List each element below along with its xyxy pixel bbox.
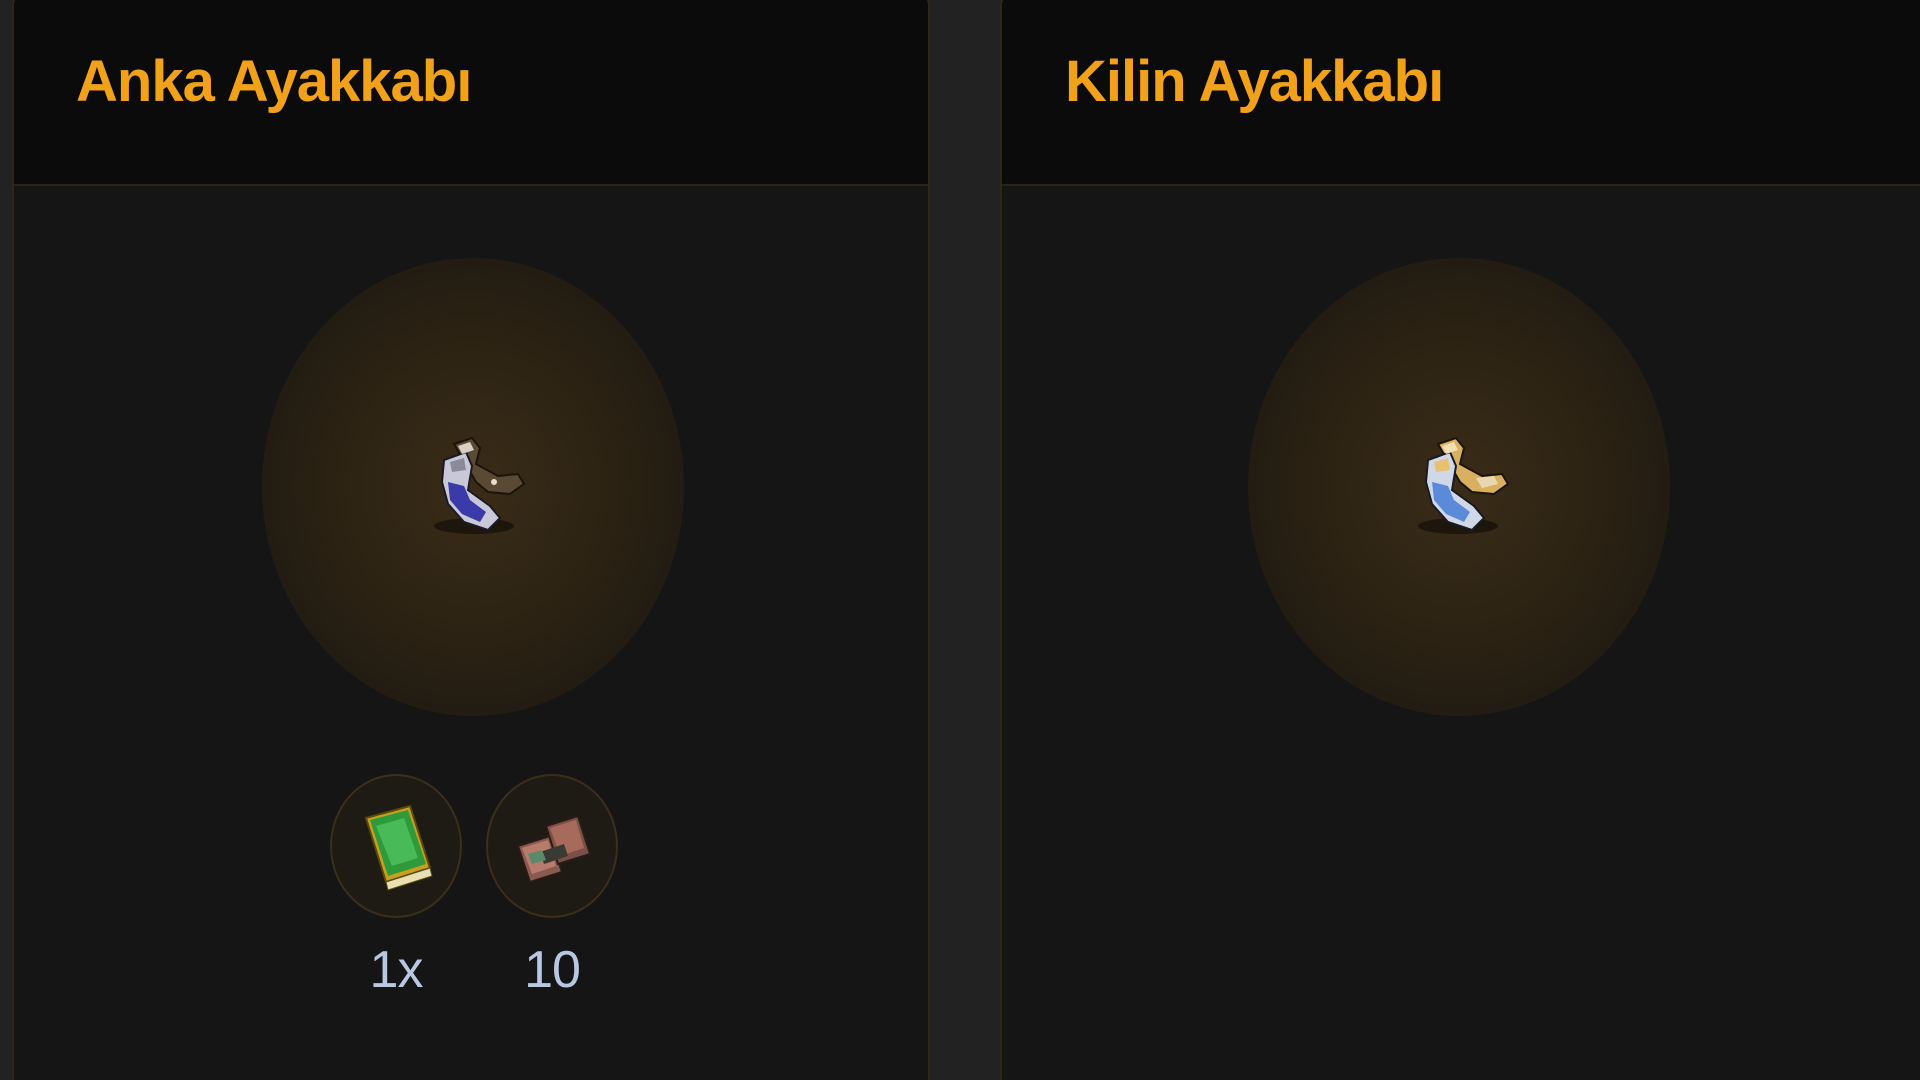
material-list: 1x 10 <box>328 774 620 1000</box>
upgrade-panel: Anka Ayakkabı 1x 10 Kilin Ayakkabı <box>0 0 1920 1080</box>
item-card-anka-boots[interactable]: Anka Ayakkabı 1x 10 <box>12 0 930 1080</box>
boots-icon[interactable] <box>414 426 534 546</box>
material-slot[interactable]: 10 <box>484 774 620 1000</box>
card-title: Kilin Ayakkabı <box>1065 49 1444 114</box>
card-title: Anka Ayakkabı <box>76 49 472 114</box>
material-slot[interactable]: 1x <box>328 774 464 1000</box>
card-header: Anka Ayakkabı <box>14 0 928 186</box>
red-scroll-stack-icon <box>516 814 592 884</box>
boots-icon[interactable] <box>1398 426 1518 546</box>
material-count: 10 <box>524 941 581 999</box>
green-book-icon <box>364 804 433 891</box>
material-icon-frame <box>486 774 618 918</box>
material-count: 1x <box>369 941 424 999</box>
item-card-kilin-boots[interactable]: Kilin Ayakkabı <box>1000 0 1920 1080</box>
material-icon-frame <box>330 774 462 918</box>
card-header: Kilin Ayakkabı <box>1002 0 1920 186</box>
